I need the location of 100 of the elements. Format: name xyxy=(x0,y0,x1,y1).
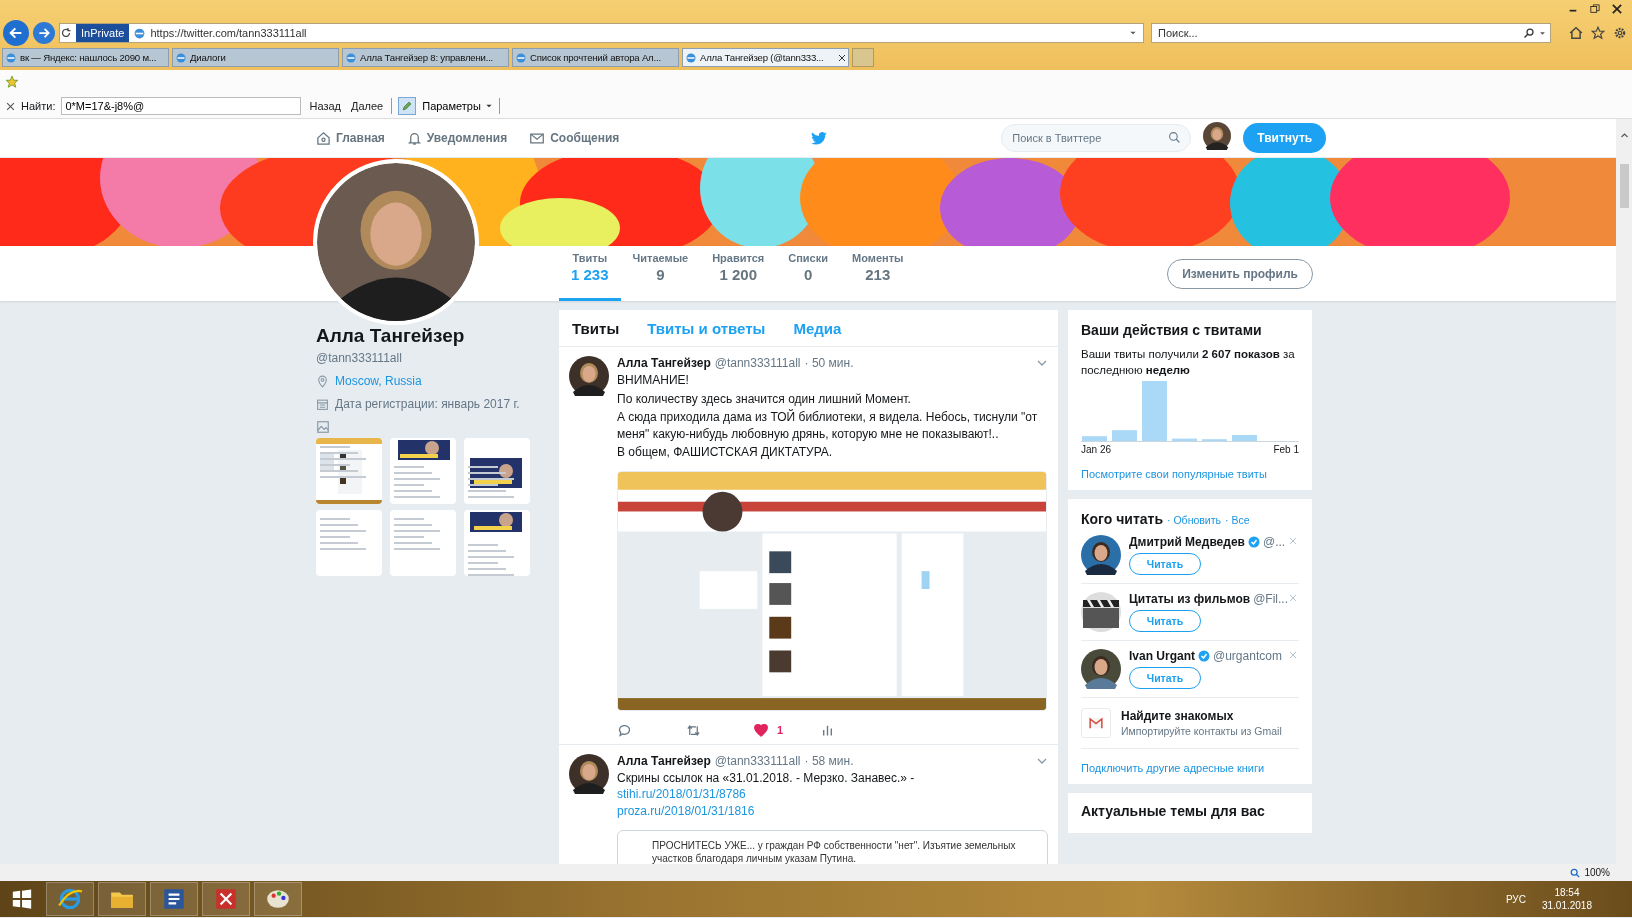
view-all-link[interactable]: · Все xyxy=(1225,514,1250,526)
tweet-text: А сюда приходила дама из ТОЙ библиотеки, я видела. Небось, тиснули "от меня" какую-нибудь любовную дрянь, которую мне не показывают!.. xyxy=(617,409,1039,442)
location-pin-icon xyxy=(316,374,329,388)
scrollbar-thumb[interactable] xyxy=(1619,164,1629,208)
zoom-level[interactable]: 100% xyxy=(1584,867,1610,878)
next-button[interactable]: Далее xyxy=(349,100,386,112)
arrow-left-icon xyxy=(8,25,24,41)
refresh-icon xyxy=(60,27,72,39)
taskbar-app[interactable] xyxy=(46,882,94,916)
browser-tab[interactable]: Алла Тангейзер 8: управлени... xyxy=(342,48,509,67)
tweet-text: Скрины ссылок на «31.01.2018. - Мерзко. Занавес.» - xyxy=(617,769,916,786)
browser-tab[interactable]: Диалоги xyxy=(172,48,339,67)
inprivate-badge: InPrivate xyxy=(76,24,130,42)
author-name: Алла Тангейзер xyxy=(617,356,711,370)
timeline-tab[interactable]: Твиты и ответы xyxy=(647,320,766,337)
stat-tab[interactable]: Списки 0 xyxy=(776,246,840,301)
image-icon xyxy=(316,420,330,434)
envelope-icon xyxy=(529,130,546,146)
refresh-link[interactable]: · Обновить xyxy=(1167,514,1221,526)
location-link[interactable]: Moscow, Russia xyxy=(335,374,422,388)
clock-time: 18:54 xyxy=(1554,886,1580,899)
avatar xyxy=(1081,535,1121,575)
avatar xyxy=(569,753,609,794)
stat-tab[interactable]: Нравится 1 200 xyxy=(700,246,777,301)
taskbar-app[interactable] xyxy=(98,882,146,916)
find-friends-subtitle: Импортируйте контакты из Gmail xyxy=(1121,725,1282,737)
page-icon xyxy=(515,51,527,64)
close-icon xyxy=(1289,537,1297,545)
activity-text: Ваши твиты получили 2 607 показов за последнюю неделю xyxy=(1081,347,1296,378)
address-bar[interactable]: InPrivate https://twitter.com/tann333111all xyxy=(59,23,1144,43)
close-icon xyxy=(6,101,15,111)
taskbar-app[interactable] xyxy=(254,882,302,916)
mail-logo-icon xyxy=(1087,716,1105,730)
timeline-tab[interactable]: Твиты xyxy=(572,320,620,337)
timeline-tab[interactable]: Медиа xyxy=(793,320,842,337)
browser-icon xyxy=(57,886,83,912)
search-field[interactable]: Поиск... xyxy=(1151,23,1551,43)
author-name: Алла Тангейзер xyxy=(617,753,711,768)
like-button[interactable]: 1 xyxy=(753,722,821,738)
follow-button[interactable]: Читать xyxy=(1129,610,1201,632)
card-title: Ваши действия с твитами xyxy=(1081,322,1263,338)
highlight-button[interactable] xyxy=(398,97,417,115)
tweet-link[interactable]: stihi.ru/2018/01/31/8786 xyxy=(617,786,1048,803)
tweet-button[interactable]: Твитнуть xyxy=(1243,123,1327,153)
chart-bar xyxy=(1112,430,1137,441)
tweet-time: · 50 мин. xyxy=(804,356,854,370)
windows-icon xyxy=(11,888,33,910)
scroll-up-icon xyxy=(1619,131,1629,140)
language-indicator[interactable]: РУС xyxy=(1505,893,1526,905)
browser-tab[interactable]: вк — Яндекс: нашлось 2090 м... xyxy=(2,48,169,67)
chart-bar xyxy=(1082,436,1107,441)
restore-icon xyxy=(1590,4,1600,14)
stat-tab[interactable]: Моменты 213 xyxy=(840,246,916,301)
page-icon xyxy=(133,26,147,40)
app-icon xyxy=(213,886,239,912)
follow-button[interactable]: Читать xyxy=(1129,553,1201,575)
nav-item[interactable]: Сообщения xyxy=(529,130,620,146)
browser-tab[interactable]: Список прочтений автора Ал... xyxy=(512,48,679,67)
card-title: Актуальные темы для вас xyxy=(1081,803,1266,819)
account-name: Дмитрий Медведев xyxy=(1129,535,1245,549)
nav-item[interactable]: Главная xyxy=(316,130,385,146)
chart-bar xyxy=(1232,435,1257,441)
nav-item[interactable]: Уведомления xyxy=(406,130,508,146)
search-icon xyxy=(1168,131,1182,144)
find-label: Найти: xyxy=(21,100,56,112)
back-button[interactable] xyxy=(3,20,29,46)
popular-tweets-link[interactable]: Посмотрите свои популярные твиты xyxy=(1081,468,1299,480)
tweet-link[interactable]: proza.ru/2018/01/31/1816 xyxy=(617,803,1048,820)
join-date: Дата регистрации: январь 2017 г. xyxy=(335,397,520,411)
close-icon xyxy=(838,53,846,62)
document-icon xyxy=(161,886,187,912)
previous-button[interactable]: Назад xyxy=(307,100,343,112)
caret-icon xyxy=(484,102,493,110)
account-name: Цитаты из фильмов xyxy=(1129,592,1251,606)
taskbar-app[interactable] xyxy=(202,882,250,916)
retweet-icon xyxy=(685,722,702,738)
card-title: Кого читать xyxy=(1081,511,1164,527)
find-field[interactable]: 0*M=17&-j8%@ xyxy=(61,97,302,115)
home-icon xyxy=(1569,26,1583,40)
options-button[interactable]: Параметры xyxy=(422,100,493,112)
browser-tab[interactable]: Алла Тангейзер (@tann333... xyxy=(682,48,849,67)
caret-icon xyxy=(1129,29,1137,37)
speech-bubble-icon xyxy=(617,722,632,738)
card-text: ПРОСНИТЕСЬ УЖЕ... у граждан РФ собственности "нет". Изъятие земельных участков благодаря личным указам Путина. xyxy=(652,840,1016,864)
heart-icon xyxy=(753,722,769,738)
avatar xyxy=(569,356,609,396)
forward-button[interactable] xyxy=(33,22,55,44)
close-icon xyxy=(1289,651,1297,659)
chart-bar xyxy=(1142,381,1167,441)
stat-tab[interactable]: Твиты 1 233 xyxy=(559,246,621,301)
follow-button[interactable]: Читать xyxy=(1129,667,1201,689)
edit-profile-button[interactable]: Изменить профиль xyxy=(1167,258,1313,289)
page-icon xyxy=(5,51,17,64)
verified-icon xyxy=(1247,536,1260,548)
tweet-text: ВНИМАНИЕ! xyxy=(617,372,690,389)
taskbar-app[interactable] xyxy=(150,882,198,916)
connect-link[interactable]: Подключить другие адресные книги xyxy=(1081,762,1299,774)
stat-tab[interactable]: Читаемые 9 xyxy=(620,246,701,301)
star-icon xyxy=(1591,26,1605,40)
bar-chart-icon xyxy=(821,723,834,737)
